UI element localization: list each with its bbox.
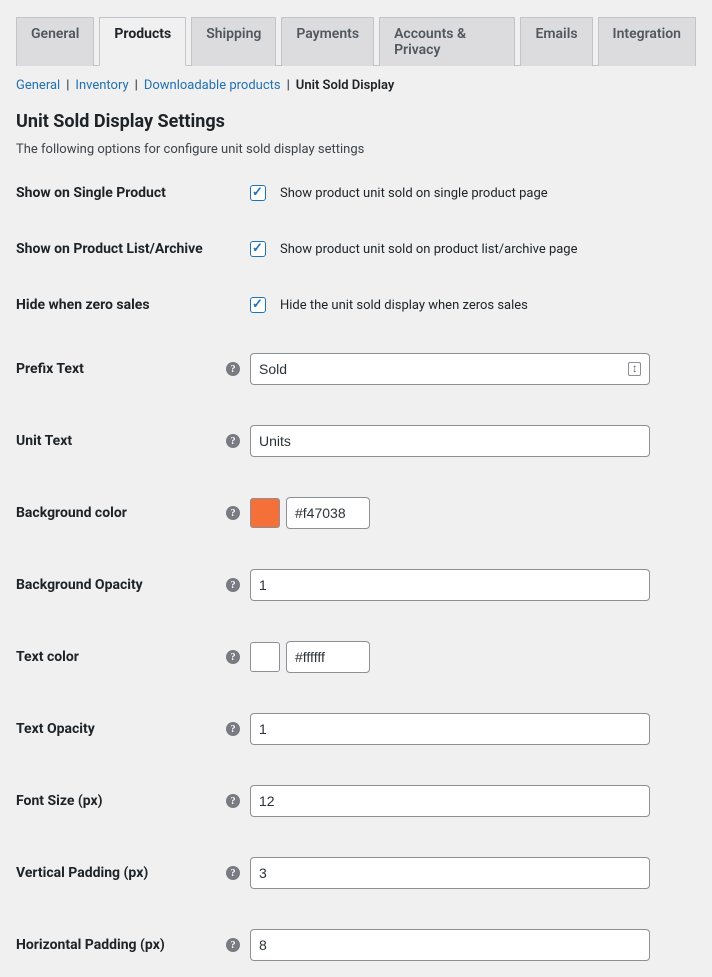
help-icon[interactable]: ? [226,506,240,520]
input-hpad[interactable] [250,929,650,961]
swatch-textcolor[interactable] [250,642,280,672]
help-icon[interactable]: ? [226,722,240,736]
label-bgcolor: Background color [16,505,226,521]
separator: | [66,78,69,93]
input-prefix[interactable] [250,353,650,385]
tab-accounts[interactable]: Accounts & Privacy [379,17,515,66]
input-textopacity[interactable] [250,713,650,745]
checkbox-hide-zero[interactable] [250,297,266,313]
desc-show-archive: Show product unit sold on product list/a… [280,242,578,257]
help-icon[interactable]: ? [226,866,240,880]
input-textcolor[interactable] [286,641,370,673]
page-heading: Unit Sold Display Settings [16,111,696,132]
help-icon[interactable]: ? [226,794,240,808]
subnav-current: Unit Sold Display [296,78,395,93]
label-hpad: Horizontal Padding (px) [16,937,226,953]
swatch-bgcolor[interactable] [250,498,280,528]
tab-products[interactable]: Products [99,17,186,66]
input-unit[interactable] [250,425,650,457]
desc-hide-zero: Hide the unit sold display when zeros sa… [280,298,528,313]
separator: | [135,78,138,93]
tab-integration[interactable]: Integration [598,17,696,66]
input-bgcolor[interactable] [286,497,370,529]
tab-shipping[interactable]: Shipping [191,17,276,66]
page-description: The following options for configure unit… [16,142,696,157]
help-icon[interactable]: ? [226,650,240,664]
tab-emails[interactable]: Emails [520,17,592,66]
help-icon[interactable]: ? [226,434,240,448]
desc-show-single: Show product unit sold on single product… [280,186,548,201]
subnav-inventory[interactable]: Inventory [75,78,128,93]
input-bgopacity[interactable] [250,569,650,601]
subnav-downloadable[interactable]: Downloadable products [144,78,281,93]
input-vpad[interactable] [250,857,650,889]
label-vpad: Vertical Padding (px) [16,865,226,881]
subnav-general[interactable]: General [16,78,60,93]
checkbox-show-single[interactable] [250,185,266,201]
separator: | [287,78,290,93]
label-unit: Unit Text [16,433,226,449]
label-bgopacity: Background Opacity [16,577,226,593]
checkbox-show-archive[interactable] [250,241,266,257]
tab-general[interactable]: General [16,17,94,66]
help-icon[interactable]: ? [226,938,240,952]
label-prefix: Prefix Text [16,361,226,377]
label-textopacity: Text Opacity [16,721,226,737]
tab-payments[interactable]: Payments [281,17,374,66]
sub-navigation: General | Inventory | Downloadable produ… [16,78,696,93]
label-show-single: Show on Single Product [16,185,226,201]
label-textcolor: Text color [16,649,226,665]
label-fontsize: Font Size (px) [16,793,226,809]
help-icon[interactable]: ? [226,362,240,376]
label-hide-zero: Hide when zero sales [16,297,226,313]
label-show-archive: Show on Product List/Archive [16,241,226,257]
help-icon[interactable]: ? [226,578,240,592]
input-fontsize[interactable] [250,785,650,817]
main-tabs: General Products Shipping Payments Accou… [16,16,696,66]
